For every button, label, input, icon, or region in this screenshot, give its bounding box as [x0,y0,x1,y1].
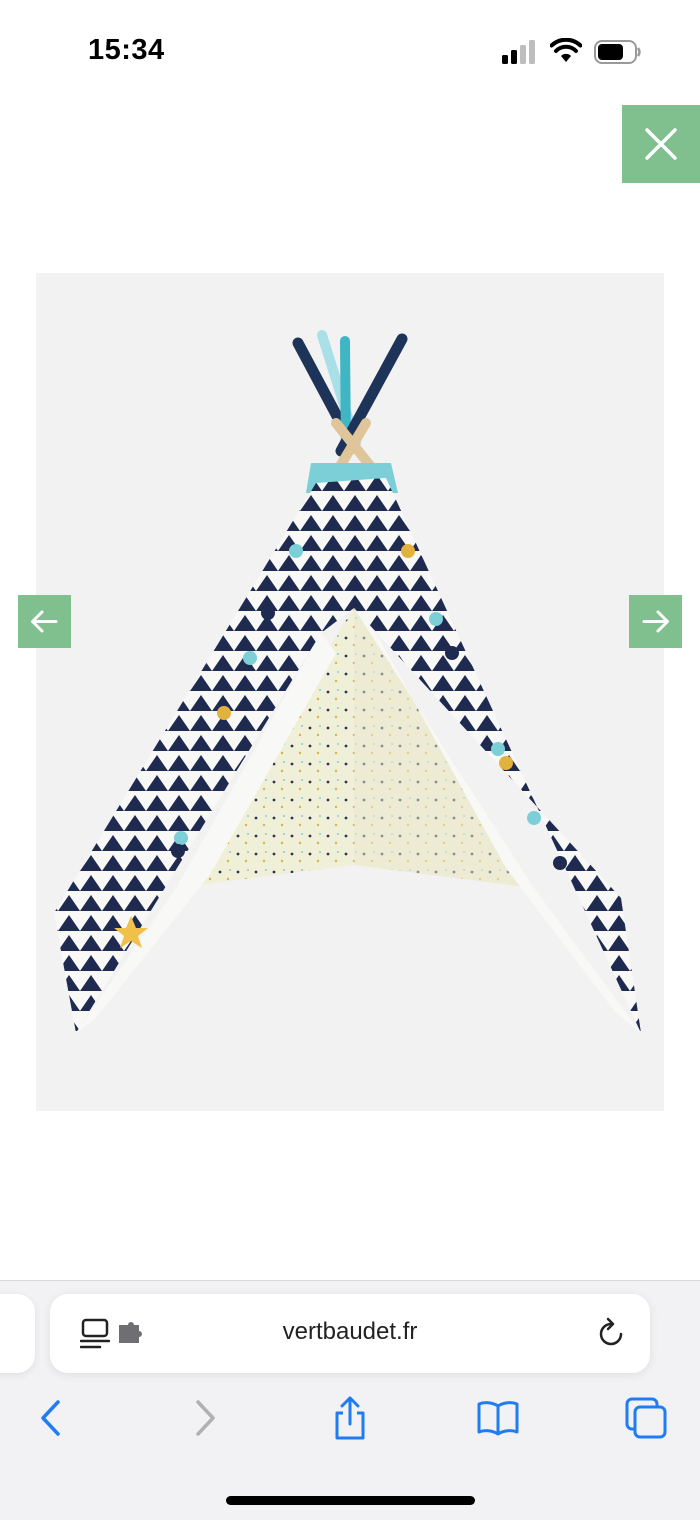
address-bar[interactable]: vertbaudet.fr [50,1294,650,1373]
url-text[interactable]: vertbaudet.fr [50,1318,650,1346]
forward-button[interactable] [182,1396,226,1440]
previous-image-button[interactable] [18,595,71,648]
close-icon [645,128,677,160]
tabs-icon [625,1397,667,1439]
wifi-icon [550,38,582,62]
arrow-right-icon [642,610,669,633]
teepee-illustration [54,330,641,1033]
battery-icon [594,40,641,64]
book-icon [477,1401,519,1436]
back-button[interactable] [30,1396,74,1440]
arrow-left-icon [31,610,58,633]
status-time: 15:34 [88,34,165,66]
tabs-button[interactable] [624,1396,668,1440]
share-icon [335,1396,365,1440]
chevron-left-icon [41,1400,60,1436]
close-gallery-button[interactable] [622,105,700,183]
home-indicator[interactable] [226,1496,475,1505]
chevron-right-icon [196,1400,215,1436]
status-bar: 15:34 [0,0,700,100]
bookmarks-button[interactable] [476,1396,520,1440]
share-button[interactable] [328,1396,372,1440]
next-image-button[interactable] [629,595,682,648]
cellular-signal-icon [502,40,535,64]
reload-icon[interactable] [595,1316,627,1350]
product-image [36,273,664,1111]
previous-tab-preview[interactable] [0,1294,35,1373]
